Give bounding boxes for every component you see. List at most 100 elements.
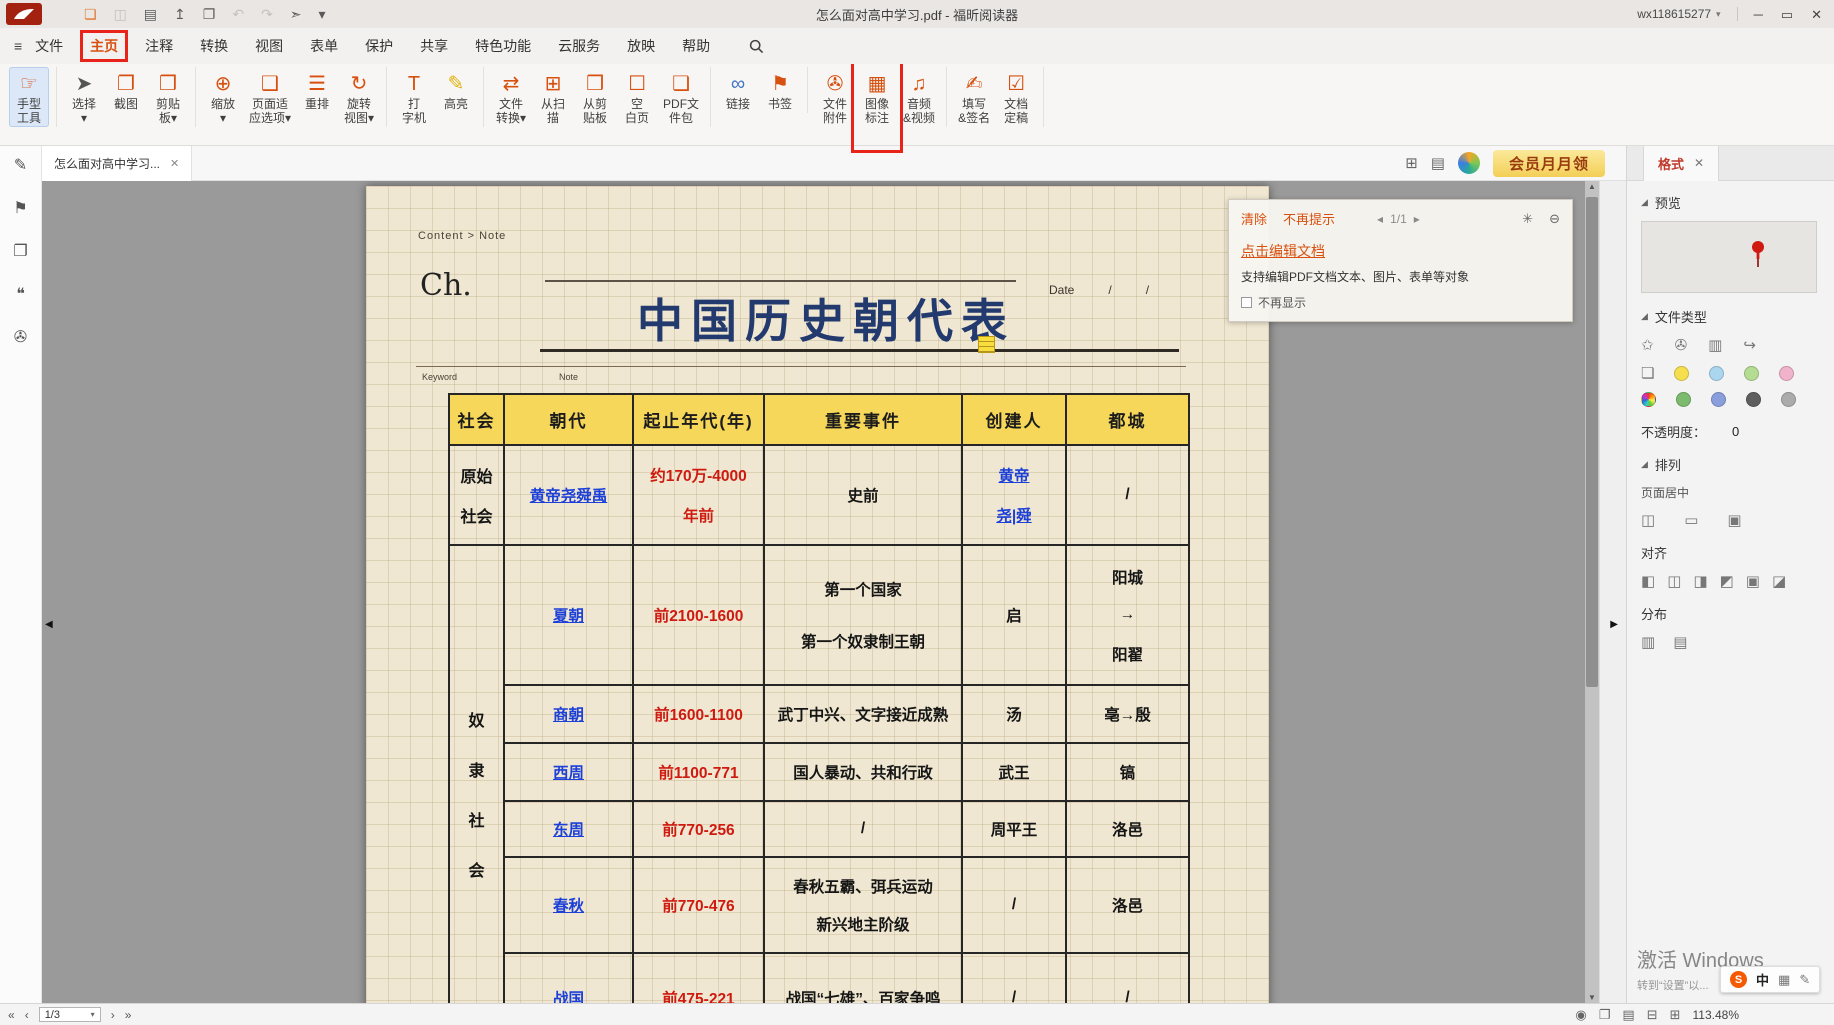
tool-link[interactable]: ∞链接 bbox=[718, 67, 758, 113]
maximize-button[interactable]: ▭ bbox=[1781, 8, 1793, 21]
zoom-out-icon[interactable]: ⊟ bbox=[1647, 1007, 1658, 1023]
menu-tab-共享[interactable]: 共享 bbox=[420, 36, 448, 56]
edit-document-link[interactable]: 点击编辑文档 bbox=[1241, 241, 1560, 261]
tool-from-scanner[interactable]: ⊞从扫描 bbox=[533, 67, 573, 127]
sticky-note-icon[interactable] bbox=[978, 336, 995, 353]
dont-show-checkbox[interactable] bbox=[1241, 297, 1252, 308]
menu-tab-放映[interactable]: 放映 bbox=[627, 36, 655, 56]
align-left-icon[interactable]: ◧ bbox=[1641, 572, 1655, 590]
fit-width-icon[interactable]: ▤ bbox=[1622, 1007, 1634, 1023]
dont-remind-button[interactable]: 不再提示 bbox=[1283, 209, 1335, 228]
menu-tab-保护[interactable]: 保护 bbox=[365, 36, 393, 56]
last-page-icon[interactable]: » bbox=[125, 1008, 132, 1022]
bookmarks-panel-icon[interactable]: ⚑ bbox=[13, 201, 27, 217]
tool-typewriter[interactable]: T打字机 bbox=[394, 67, 434, 127]
user-account[interactable]: wx118615277 ▾ bbox=[1637, 7, 1720, 21]
section-file-type[interactable]: ◢ 文件类型 bbox=[1641, 307, 1820, 326]
zoom-in-icon[interactable]: ⊞ bbox=[1670, 1007, 1681, 1023]
tool-zoom[interactable]: ⊕缩放▾ bbox=[203, 67, 243, 127]
tool-reflow[interactable]: ☰重排 bbox=[297, 67, 337, 113]
page-number-box[interactable]: 1/3 ▾ bbox=[39, 1007, 101, 1022]
scroll-up-icon[interactable]: ▲ bbox=[1585, 182, 1599, 191]
collapse-icon[interactable]: ⊖ bbox=[1549, 211, 1560, 227]
print-icon[interactable]: ▤ bbox=[144, 7, 157, 21]
close-icon[interactable]: ✕ bbox=[1694, 156, 1704, 170]
align-middle-icon[interactable]: ▣ bbox=[1746, 572, 1760, 590]
align-right-icon[interactable]: ◨ bbox=[1693, 572, 1707, 590]
color-swatch[interactable] bbox=[1709, 366, 1724, 381]
color-swatch[interactable] bbox=[1781, 392, 1796, 407]
tool-audio-video[interactable]: ♫音频&视频 bbox=[899, 67, 939, 127]
color-swatch[interactable] bbox=[1746, 392, 1761, 407]
edit-pencil-icon[interactable]: ✎ bbox=[14, 158, 27, 174]
document-viewport[interactable]: Content > Note Ch. Date / / 中国历史朝代表 Keyw… bbox=[42, 181, 1626, 1003]
distribute-horizontal-icon[interactable]: ▥ bbox=[1641, 633, 1655, 651]
attachments-panel-icon[interactable]: ✇ bbox=[14, 330, 27, 346]
tool-file-attachment[interactable]: ✇文件附件 bbox=[815, 67, 855, 127]
color-swatch[interactable] bbox=[1744, 366, 1759, 381]
tool-clipboard[interactable]: ❒剪贴板▾ bbox=[148, 67, 188, 127]
open-file-icon[interactable]: ❏ bbox=[84, 7, 97, 21]
menu-file[interactable]: 文件 bbox=[35, 36, 63, 56]
undo-icon[interactable]: ↶ bbox=[232, 7, 244, 21]
menu-tab-注释[interactable]: 注释 bbox=[145, 36, 173, 56]
menu-tab-转换[interactable]: 转换 bbox=[200, 36, 228, 56]
tool-blank-page[interactable]: ☐空白页 bbox=[617, 67, 657, 127]
menu-tab-视图[interactable]: 视图 bbox=[255, 36, 283, 56]
color-swatch[interactable] bbox=[1674, 366, 1689, 381]
center-horizontal-icon[interactable]: ◫ bbox=[1641, 511, 1655, 529]
marquee-zoom-icon[interactable]: ◉ bbox=[1575, 1007, 1586, 1023]
section-arrange[interactable]: ◢ 排列 bbox=[1641, 455, 1820, 474]
pager-prev-icon[interactable]: ◂ bbox=[1377, 212, 1383, 226]
color-swatch[interactable] bbox=[1779, 366, 1794, 381]
scroll-down-icon[interactable]: ▼ bbox=[1585, 993, 1599, 1002]
menu-tab-特色功能[interactable]: 特色功能 bbox=[475, 36, 531, 56]
duplicate-icon[interactable]: ❐ bbox=[203, 7, 216, 21]
minimize-button[interactable]: ─ bbox=[1754, 8, 1763, 21]
tool-doc-finalize[interactable]: ☑文档定稿 bbox=[996, 67, 1036, 127]
member-badge[interactable]: 会员月月领 bbox=[1493, 150, 1605, 177]
close-button[interactable]: ✕ bbox=[1811, 8, 1822, 21]
tool-highlight[interactable]: ✎高亮 bbox=[436, 67, 476, 113]
save-icon[interactable]: ◫ bbox=[114, 7, 127, 21]
vertical-scrollbar[interactable]: ▲ ▼ bbox=[1585, 181, 1599, 1003]
align-bottom-icon[interactable]: ◪ bbox=[1772, 572, 1786, 590]
tool-rotate-view[interactable]: ↻旋转视图▾ bbox=[339, 67, 379, 127]
tool-hand-tool[interactable]: ☞手型工具 bbox=[9, 67, 49, 127]
next-page-icon[interactable]: › bbox=[111, 1008, 115, 1022]
file-edit-icon[interactable]: ❏ bbox=[1641, 364, 1654, 382]
color-swatch[interactable] bbox=[1711, 392, 1726, 407]
scrollbar-thumb[interactable] bbox=[1586, 197, 1598, 687]
search-icon[interactable] bbox=[749, 39, 764, 54]
clear-button[interactable]: 清除 bbox=[1241, 209, 1267, 228]
menu-tab-帮助[interactable]: 帮助 bbox=[682, 36, 710, 56]
tool-snapshot[interactable]: ❐截图 bbox=[106, 67, 146, 113]
tool-file-convert[interactable]: ⇄文件转换▾ bbox=[491, 67, 531, 127]
expand-panel-icon[interactable]: ▶ bbox=[1610, 619, 1618, 630]
read-mode-icon[interactable]: ▤ bbox=[1431, 154, 1445, 172]
redo-icon[interactable]: ↷ bbox=[261, 7, 273, 21]
align-top-icon[interactable]: ◩ bbox=[1720, 572, 1734, 590]
format-tab[interactable]: 格式 ✕ bbox=[1643, 146, 1719, 181]
chart-annotation-icon[interactable]: ▥ bbox=[1708, 336, 1722, 354]
tool-fill-sign[interactable]: ✍填写&签名 bbox=[954, 67, 994, 127]
opacity-value[interactable]: 0 bbox=[1732, 424, 1739, 439]
close-tab-icon[interactable]: ✕ bbox=[170, 157, 179, 170]
pen-settings-icon[interactable]: ✎ bbox=[1799, 972, 1810, 988]
tool-pdf-portfolio[interactable]: ❏PDF文件包 bbox=[659, 67, 703, 127]
thumbnail-view-icon[interactable]: ⊞ bbox=[1405, 154, 1418, 172]
share-icon[interactable]: ➣ bbox=[290, 7, 302, 21]
keyboard-icon[interactable]: ▦ bbox=[1778, 972, 1790, 988]
color-swatch[interactable] bbox=[1676, 392, 1691, 407]
pages-panel-icon[interactable]: ❐ bbox=[13, 244, 27, 260]
center-vertical-icon[interactable]: ▭ bbox=[1684, 511, 1698, 529]
menu-icon[interactable]: ≡ bbox=[14, 38, 22, 54]
menu-tab-云服务[interactable]: 云服务 bbox=[558, 36, 600, 56]
prev-page-icon[interactable]: ‹ bbox=[25, 1008, 29, 1022]
attach-annotation-icon[interactable]: ✇ bbox=[1675, 336, 1688, 354]
menu-tab-表单[interactable]: 表单 bbox=[310, 36, 338, 56]
document-tab[interactable]: 怎么面对高中学习... ✕ bbox=[42, 146, 192, 181]
sogou-input-icon[interactable]: S bbox=[1730, 971, 1747, 988]
pin-annotation-icon[interactable]: ✩ bbox=[1641, 336, 1654, 354]
exit-annotation-icon[interactable]: ↪ bbox=[1743, 336, 1756, 354]
